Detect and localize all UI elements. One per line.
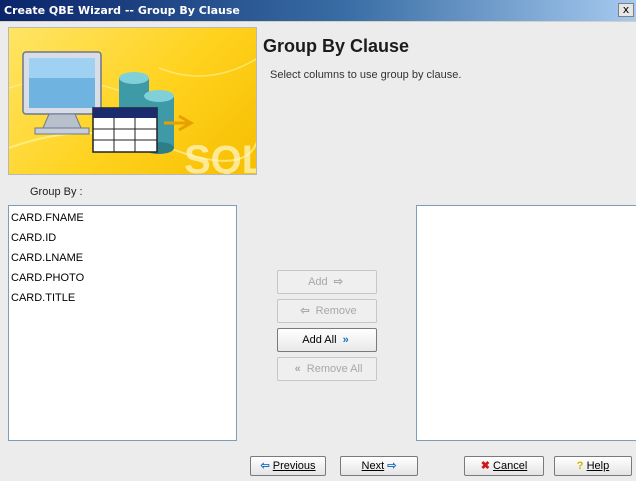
- double-arrow-right-icon: »: [342, 334, 349, 346]
- arrow-left-icon: ⇦: [300, 305, 310, 317]
- selected-columns-list[interactable]: [416, 205, 636, 441]
- cancel-button[interactable]: ✖ Cancel: [464, 456, 544, 476]
- list-item[interactable]: CARD.LNAME: [9, 248, 236, 268]
- remove-all-button-label: Remove All: [306, 363, 363, 375]
- arrow-right-icon: ⇨: [333, 276, 343, 288]
- list-item[interactable]: CARD.TITLE: [9, 288, 236, 308]
- group-by-label: Group By :: [30, 186, 83, 198]
- available-columns-list[interactable]: CARD.FNAME CARD.ID CARD.LNAME CARD.PHOTO…: [8, 205, 237, 441]
- close-icon: x: [622, 3, 630, 16]
- list-item[interactable]: CARD.FNAME: [9, 208, 236, 228]
- page-title: Group By Clause: [263, 36, 410, 56]
- close-button[interactable]: x: [618, 3, 634, 17]
- database-monitor-table-illustration-icon: SQL: [9, 51, 257, 175]
- help-button[interactable]: ? Help: [554, 456, 632, 476]
- banner-watermark: SQL: [184, 138, 257, 175]
- next-button[interactable]: Next ⇨: [340, 456, 418, 476]
- list-item[interactable]: CARD.ID: [9, 228, 236, 248]
- window-titlebar: Create QBE Wizard -- Group By Clause x: [0, 0, 636, 22]
- previous-button-label: Previous: [272, 460, 316, 472]
- cancel-x-icon: ✖: [480, 460, 490, 472]
- wizard-banner-image: SQL: [8, 27, 257, 175]
- add-button-label: Add: [308, 276, 328, 288]
- remove-button[interactable]: ⇦ Remove: [277, 299, 377, 323]
- previous-button[interactable]: ⇦ Previous: [250, 456, 326, 476]
- double-arrow-left-icon: «: [294, 363, 301, 375]
- next-button-label: Next: [361, 460, 385, 472]
- arrow-right-icon: ⇨: [387, 460, 397, 472]
- add-button[interactable]: Add ⇨: [277, 270, 377, 294]
- help-question-icon: ?: [576, 460, 584, 472]
- list-item[interactable]: CARD.PHOTO: [9, 268, 236, 288]
- cancel-button-label: Cancel: [493, 460, 528, 472]
- add-all-button-label: Add All: [302, 334, 337, 346]
- window-title: Create QBE Wizard -- Group By Clause: [4, 4, 240, 17]
- remove-all-button[interactable]: « Remove All: [277, 357, 377, 381]
- add-all-button[interactable]: Add All »: [277, 328, 377, 352]
- arrow-left-icon: ⇦: [260, 460, 270, 472]
- remove-button-label: Remove: [315, 305, 357, 317]
- page-description: Select columns to use group by clause.: [270, 69, 462, 81]
- help-button-label: Help: [586, 460, 610, 472]
